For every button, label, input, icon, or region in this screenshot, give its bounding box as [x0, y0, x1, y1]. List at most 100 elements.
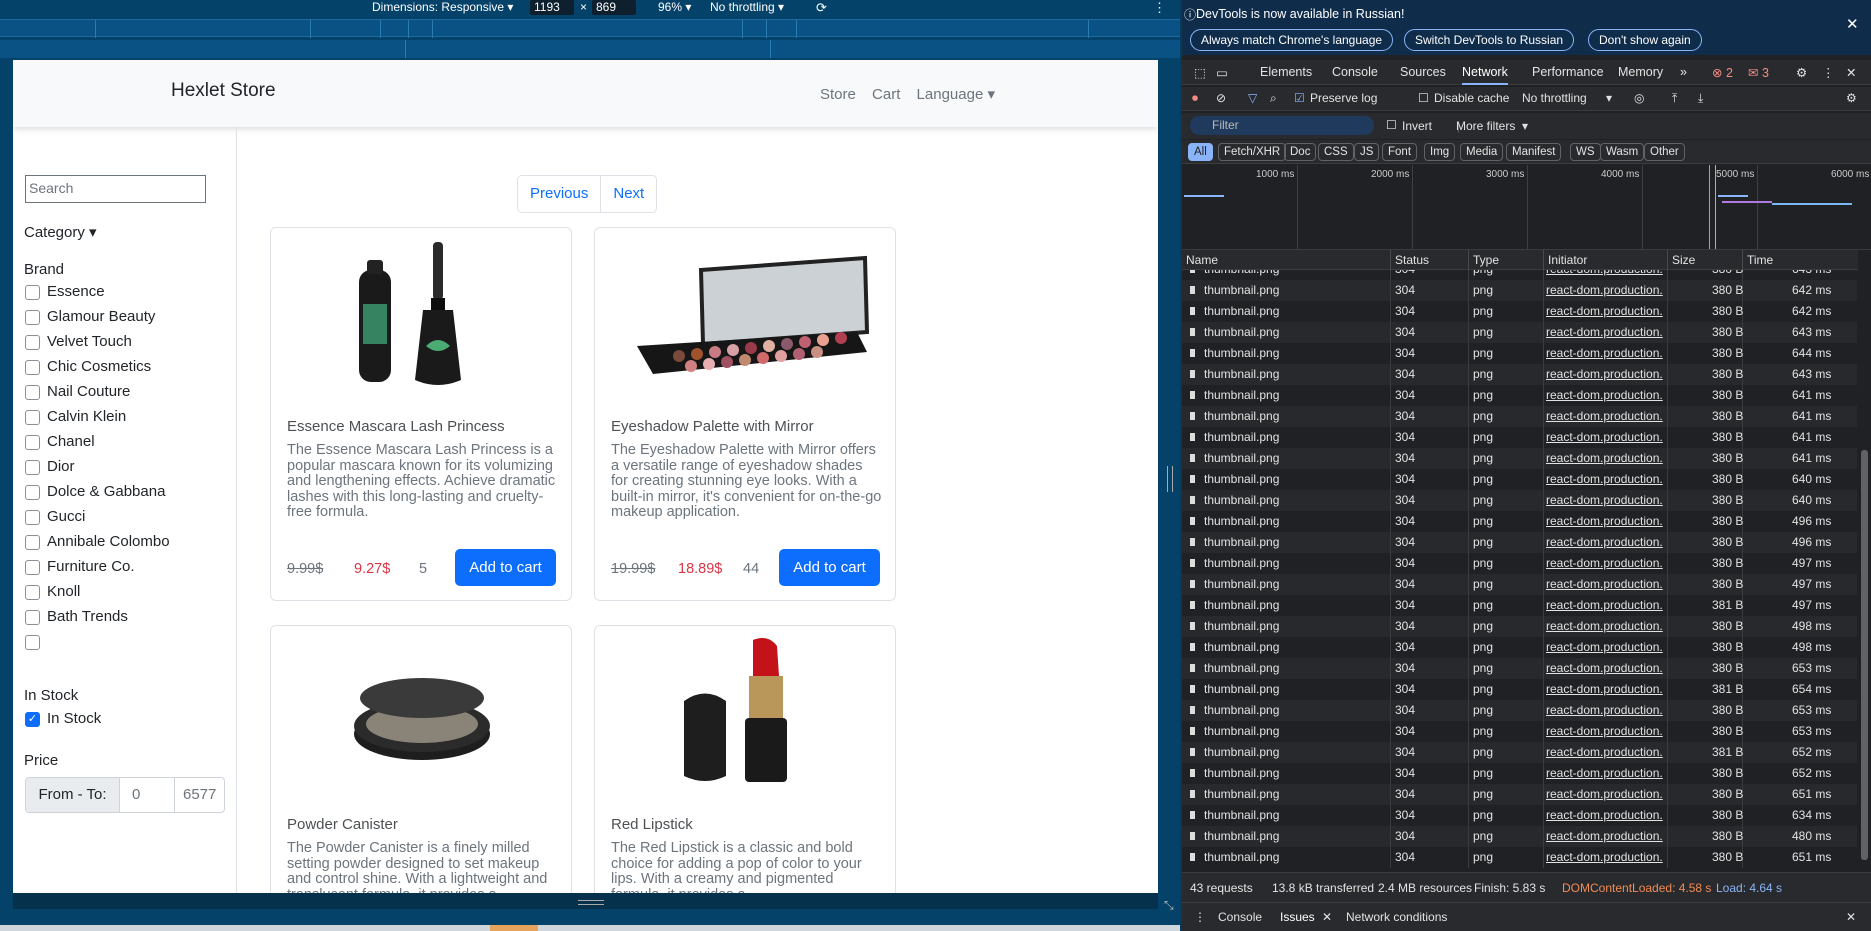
- brand-checkbox-velvet-touch[interactable]: [25, 335, 40, 350]
- rotate-icon[interactable]: ⟳: [816, 0, 827, 15]
- request-row[interactable]: thumbnail.png 304 png react-dom.production.…: [1182, 700, 1857, 721]
- category-dropdown[interactable]: Category ▾: [24, 223, 97, 241]
- request-initiator[interactable]: react-dom.production.: [1546, 367, 1666, 381]
- request-row[interactable]: thumbnail.png 304 png react-dom.production.…: [1182, 721, 1857, 742]
- add-to-cart-button[interactable]: Add to cart: [455, 549, 556, 586]
- clear-icon[interactable]: ⊘: [1216, 91, 1226, 105]
- brand-checkbox-chanel[interactable]: [25, 435, 40, 450]
- network-overview-timeline[interactable]: 1000 ms 2000 ms 3000 ms 4000 ms 5000 ms …: [1182, 165, 1871, 250]
- column-size[interactable]: Size: [1672, 253, 1695, 267]
- export-har-icon[interactable]: ⤓: [1698, 91, 1703, 106]
- brand-checkbox-empty[interactable]: [25, 635, 40, 650]
- brand-checkbox-chic-cosmetics[interactable]: [25, 360, 40, 375]
- type-filter-css[interactable]: CSS: [1318, 143, 1354, 161]
- request-row[interactable]: thumbnail.png 304 png react-dom.production.…: [1182, 469, 1857, 490]
- request-initiator[interactable]: react-dom.production.: [1546, 409, 1666, 423]
- drawer-menu-icon[interactable]: ⋮: [1194, 910, 1206, 924]
- request-initiator[interactable]: react-dom.production.: [1546, 451, 1666, 465]
- width-input[interactable]: 1193: [530, 0, 574, 15]
- product-title[interactable]: Red Lipstick: [611, 816, 693, 833]
- network-settings-gear-icon[interactable]: ⚙: [1846, 91, 1857, 105]
- price-max-input[interactable]: 6577: [175, 778, 224, 812]
- brand-checkbox-knoll[interactable]: [25, 585, 40, 600]
- request-row[interactable]: thumbnail.png 304 png react-dom.production.…: [1182, 784, 1857, 805]
- type-filter-wasm[interactable]: Wasm: [1600, 143, 1645, 161]
- store-brand[interactable]: Hexlet Store: [171, 80, 276, 102]
- request-initiator[interactable]: react-dom.production.: [1546, 346, 1666, 360]
- drawer-tab-network-conditions[interactable]: Network conditions: [1346, 910, 1447, 924]
- tab-sources[interactable]: Sources: [1400, 65, 1446, 79]
- request-row[interactable]: thumbnail.png 304 png react-dom.production.…: [1182, 595, 1857, 616]
- column-time[interactable]: Time: [1747, 253, 1773, 267]
- tab-network[interactable]: Network: [1462, 65, 1508, 85]
- settings-gear-icon[interactable]: ⚙: [1796, 65, 1807, 80]
- type-filter-js[interactable]: JS: [1354, 143, 1380, 161]
- request-row[interactable]: thumbnail.png 304 png react-dom.production.…: [1182, 406, 1857, 427]
- type-filter-img[interactable]: Img: [1424, 143, 1456, 161]
- drawer-tab-console[interactable]: Console: [1218, 910, 1262, 924]
- request-row[interactable]: thumbnail.png 304 png react-dom.production.…: [1182, 763, 1857, 784]
- request-initiator[interactable]: react-dom.production.: [1546, 325, 1666, 339]
- filter-icon[interactable]: ▽: [1248, 91, 1257, 105]
- more-tabs-icon[interactable]: »: [1680, 65, 1687, 79]
- request-row[interactable]: thumbnail.png 304 png react-dom.production.…: [1182, 427, 1857, 448]
- brand-checkbox-glamour-beauty[interactable]: [25, 310, 40, 325]
- close-infobar-icon[interactable]: ✕: [1846, 15, 1859, 33]
- device-toggle-icon[interactable]: ▭: [1216, 65, 1228, 80]
- network-conditions-icon[interactable]: ◎: [1634, 91, 1644, 105]
- dimensions-select[interactable]: Dimensions: Responsive ▾: [372, 0, 513, 15]
- close-devtools-icon[interactable]: ✕: [1846, 65, 1856, 80]
- viewport-bottom-resize-handle[interactable]: [13, 893, 1158, 909]
- close-issues-tab-icon[interactable]: ✕: [1322, 910, 1332, 924]
- request-initiator[interactable]: react-dom.production.: [1546, 829, 1666, 843]
- column-status[interactable]: Status: [1395, 253, 1429, 267]
- request-row[interactable]: thumbnail.png 304 png react-dom.production.…: [1182, 280, 1857, 301]
- previous-page-button[interactable]: Previous: [518, 176, 600, 212]
- request-row[interactable]: thumbnail.png 304 png react-dom.production.…: [1182, 616, 1857, 637]
- invert-checkbox[interactable]: ☐: [1386, 118, 1397, 132]
- nav-cart-link[interactable]: Cart: [872, 86, 900, 103]
- request-row[interactable]: thumbnail.png 304 png react-dom.production.…: [1182, 847, 1857, 868]
- type-filter-font[interactable]: Font: [1382, 143, 1418, 161]
- nav-language-dropdown[interactable]: Language ▾: [917, 86, 995, 103]
- mascara-image[interactable]: [271, 228, 571, 418]
- request-row[interactable]: thumbnail.png 304 png react-dom.production.…: [1182, 805, 1857, 826]
- request-initiator[interactable]: react-dom.production.: [1546, 270, 1666, 276]
- more-filters-button[interactable]: More filters: [1456, 119, 1515, 133]
- tab-elements[interactable]: Elements: [1260, 65, 1312, 79]
- request-row[interactable]: thumbnail.png 304 png react-dom.production.…: [1182, 658, 1857, 679]
- request-row[interactable]: thumbnail.png 304 png react-dom.production.…: [1182, 364, 1857, 385]
- request-row[interactable]: thumbnail.png 304 png react-dom.production.…: [1182, 553, 1857, 574]
- request-row[interactable]: thumbnail.png 304 png react-dom.production.…: [1182, 679, 1857, 700]
- tab-performance[interactable]: Performance: [1532, 65, 1604, 79]
- request-initiator[interactable]: react-dom.production.: [1546, 787, 1666, 801]
- brand-checkbox-nail-couture[interactable]: [25, 385, 40, 400]
- throttling-chevron-down-icon[interactable]: ▾: [1606, 91, 1612, 105]
- zoom-select[interactable]: 96% ▾: [658, 0, 691, 15]
- request-initiator[interactable]: react-dom.production.: [1546, 850, 1666, 864]
- request-initiator[interactable]: react-dom.production.: [1546, 766, 1666, 780]
- brand-checkbox-furniture-co[interactable]: [25, 560, 40, 575]
- request-initiator[interactable]: react-dom.production.: [1546, 661, 1666, 675]
- lipstick-image[interactable]: [595, 626, 895, 816]
- throttling-select[interactable]: No throttling: [1522, 91, 1587, 105]
- request-initiator[interactable]: react-dom.production.: [1546, 619, 1666, 633]
- type-filter-manifest[interactable]: Manifest: [1506, 143, 1562, 161]
- request-initiator[interactable]: react-dom.production.: [1546, 514, 1666, 528]
- request-initiator[interactable]: react-dom.production.: [1546, 598, 1666, 612]
- request-initiator[interactable]: react-dom.production.: [1546, 703, 1666, 717]
- request-initiator[interactable]: react-dom.production.: [1546, 640, 1666, 654]
- brand-checkbox-calvin-klein[interactable]: [25, 410, 40, 425]
- height-input[interactable]: 869: [592, 0, 636, 15]
- request-row[interactable]: thumbnail.png 304 png react-dom.production.…: [1182, 385, 1857, 406]
- request-initiator[interactable]: react-dom.production.: [1546, 472, 1666, 486]
- product-title[interactable]: Eyeshadow Palette with Mirror: [611, 418, 814, 435]
- type-filter-other[interactable]: Other: [1644, 143, 1685, 161]
- request-row[interactable]: thumbnail.png 304 png react-dom.production.…: [1182, 637, 1857, 658]
- request-initiator[interactable]: react-dom.production.: [1546, 535, 1666, 549]
- request-row[interactable]: thumbnail.png 304 png react-dom.production.…: [1182, 742, 1857, 763]
- type-filter-ws[interactable]: WS: [1570, 143, 1601, 161]
- instock-checkbox[interactable]: ✓: [25, 712, 40, 727]
- add-to-cart-button[interactable]: Add to cart: [779, 549, 880, 586]
- request-initiator[interactable]: react-dom.production.: [1546, 724, 1666, 738]
